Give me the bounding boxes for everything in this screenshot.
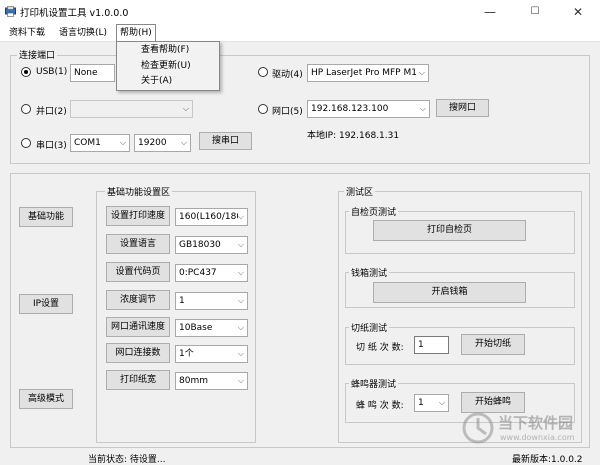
chevron-down-icon: ⌵ xyxy=(237,268,244,277)
title-bar: 打印机设置工具 v1.0.0.0 — ☐ ✕ xyxy=(0,0,600,24)
chevron-down-icon: ⌵ xyxy=(182,104,189,113)
cut-count-input[interactable]: 1 xyxy=(414,336,449,354)
baud-rate-select[interactable]: 19200 ⌵ xyxy=(134,134,191,152)
port-group-title: 连接端口 xyxy=(17,48,58,61)
start-cut-button[interactable]: 开始切纸 xyxy=(461,334,525,355)
usb-select[interactable]: None xyxy=(70,64,115,82)
help-view-item[interactable]: 查看帮助(F) xyxy=(141,43,189,57)
network-select[interactable]: 192.168.123.100 ⌵ xyxy=(307,100,430,118)
usb-label: USB(1) xyxy=(36,67,68,77)
chevron-down-icon: ⌵ xyxy=(419,104,426,113)
window-title: 打印机设置工具 v1.0.0.0 xyxy=(20,8,129,19)
usb-radio[interactable] xyxy=(21,67,31,77)
menu-bar: 资料下载 语言切换(L) xyxy=(0,24,600,42)
chevron-down-icon: ⌵ xyxy=(237,376,244,385)
app-icon xyxy=(5,6,16,17)
help-about-item[interactable]: 关于(A) xyxy=(141,74,172,88)
open-drawer-button[interactable]: 开启钱箱 xyxy=(373,282,526,303)
serial-label: 串口(3) xyxy=(36,141,67,151)
connection-count-button[interactable]: 网口连接数 xyxy=(106,343,170,363)
serial-port-select[interactable]: COM1 ⌵ xyxy=(70,134,130,152)
cut-title: 切纸测试 xyxy=(349,321,390,334)
network-speed-select[interactable]: 10Base ⌵ xyxy=(175,319,248,337)
chevron-down-icon: ⌵ xyxy=(119,138,126,147)
serial-radio[interactable] xyxy=(21,138,31,148)
chevron-down-icon: ⌵ xyxy=(418,68,425,77)
watermark: 当下软件园 www.downxia.com xyxy=(462,410,597,450)
driver-select[interactable]: HP LaserJet Pro MFP M1 ⌵ xyxy=(307,64,429,82)
nav-advanced-button[interactable]: 高级模式 xyxy=(19,389,73,409)
set-speed-button[interactable]: 设置打印速度 xyxy=(106,206,170,226)
connection-count-select[interactable]: 1个 ⌵ xyxy=(175,345,248,363)
driver-radio[interactable] xyxy=(258,67,268,77)
local-ip: 本地IP: 192.168.1.31 xyxy=(307,131,400,141)
parallel-radio[interactable] xyxy=(21,104,31,114)
paper-width-button[interactable]: 打印纸宽 xyxy=(106,370,170,390)
nav-ip-button[interactable]: IP设置 xyxy=(19,294,73,314)
status-current: 当前状态: 待设置... xyxy=(88,455,166,465)
drawer-title: 钱箱测试 xyxy=(349,266,390,279)
codepage-select[interactable]: 0:PC437 ⌵ xyxy=(175,264,248,282)
set-language-button[interactable]: 设置语言 xyxy=(106,234,170,254)
help-dropdown: 查看帮助(F) 检查更新(U) 关于(A) xyxy=(116,41,220,91)
chevron-down-icon: ⌵ xyxy=(438,398,445,407)
driver-label: 驱动(4) xyxy=(272,70,303,80)
buzzer-count-select[interactable]: 1 ⌵ xyxy=(414,394,449,412)
status-latest-version: 最新版本:1.0.0.2 xyxy=(512,455,583,465)
density-select[interactable]: 1 ⌵ xyxy=(175,292,248,310)
selftest-title: 自检页测试 xyxy=(349,205,399,218)
chevron-down-icon: ⌵ xyxy=(237,349,244,358)
menu-language[interactable]: 语言切换(L) xyxy=(56,26,110,40)
basic-group-title: 基础功能设置区 xyxy=(105,185,173,198)
nav-basic-button[interactable]: 基础功能 xyxy=(19,207,73,227)
menu-download[interactable]: 资料下载 xyxy=(6,26,48,40)
chevron-down-icon: ⌵ xyxy=(237,323,244,332)
watermark-logo-icon xyxy=(462,412,494,444)
network-label: 网口(5) xyxy=(272,107,303,117)
density-button[interactable]: 浓度调节 xyxy=(106,290,170,310)
watermark-url: www.downxia.com xyxy=(500,433,575,442)
help-update-item[interactable]: 检查更新(U) xyxy=(141,59,191,73)
search-serial-button[interactable]: 搜串口 xyxy=(199,132,252,150)
search-network-button[interactable]: 搜网口 xyxy=(436,99,489,117)
menu-help[interactable]: 帮助(H) xyxy=(116,24,156,42)
paper-width-select[interactable]: 80mm ⌵ xyxy=(175,372,248,390)
parallel-label: 并口(2) xyxy=(36,107,67,117)
minimize-button[interactable]: — xyxy=(470,0,510,24)
buzzer-title: 蜂鸣器测试 xyxy=(349,377,399,390)
buzzer-count-label: 蜂 鸣 次 数: xyxy=(356,401,404,411)
print-selftest-button[interactable]: 打印自检页 xyxy=(373,220,526,241)
cut-count-label: 切 纸 次 数: xyxy=(356,343,404,353)
speed-select[interactable]: 160(L160/180 ⌵ xyxy=(175,208,248,226)
set-codepage-button[interactable]: 设置代码页 xyxy=(106,262,170,282)
close-button[interactable]: ✕ xyxy=(558,0,598,24)
maximize-button[interactable]: ☐ xyxy=(515,0,555,24)
language-select[interactable]: GB18030 ⌵ xyxy=(175,236,248,254)
network-speed-button[interactable]: 网口通讯速度 xyxy=(106,317,170,337)
parallel-select[interactable]: ⌵ xyxy=(70,100,193,118)
chevron-down-icon: ⌵ xyxy=(237,240,244,249)
chevron-down-icon: ⌵ xyxy=(237,296,244,305)
chevron-down-icon: ⌵ xyxy=(237,209,244,225)
chevron-down-icon: ⌵ xyxy=(180,138,187,147)
network-radio[interactable] xyxy=(258,104,268,114)
watermark-text: 当下软件园 xyxy=(498,414,574,432)
test-group-title: 测试区 xyxy=(344,185,376,198)
